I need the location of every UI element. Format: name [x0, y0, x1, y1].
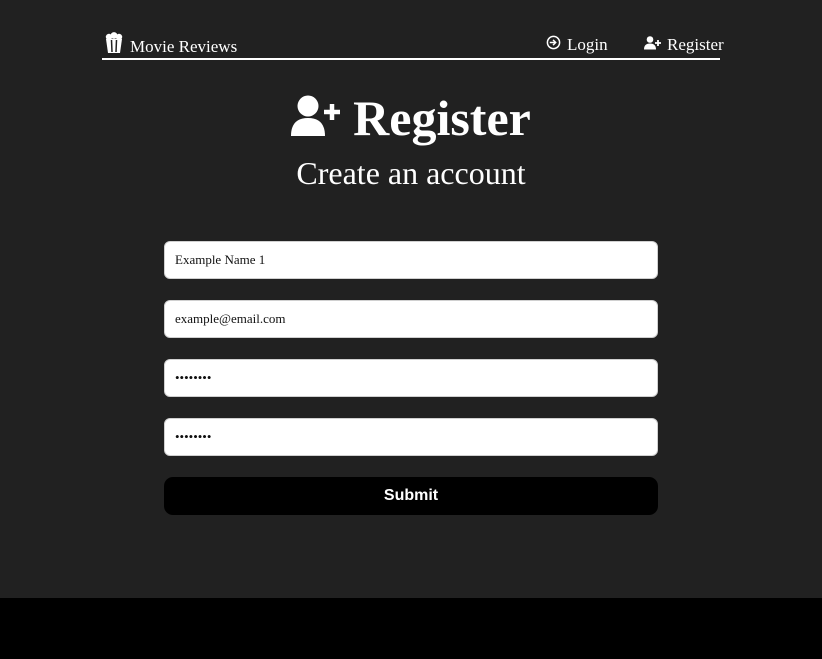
user-plus-icon: [644, 35, 667, 55]
popcorn-icon: [104, 32, 124, 54]
brand-label: Movie Reviews: [130, 37, 238, 56]
navbar: Movie Reviews Login Register: [102, 30, 724, 60]
confirm-password-input[interactable]: [164, 418, 658, 456]
footer: [0, 598, 822, 659]
page: Movie Reviews Login Register Register Cr…: [0, 0, 822, 598]
page-title: Register: [353, 90, 531, 146]
email-input[interactable]: [164, 300, 658, 338]
nav-login-link[interactable]: Login: [546, 35, 608, 55]
brand-link[interactable]: Movie Reviews: [104, 32, 238, 56]
submit-button[interactable]: Submit: [164, 477, 658, 515]
nav-register-label: Register: [667, 35, 724, 54]
user-plus-icon: [291, 95, 341, 142]
page-subtitle: Create an account: [296, 155, 526, 191]
page-heading: Register: [0, 88, 822, 148]
password-input[interactable]: [164, 359, 658, 397]
nav-register-link[interactable]: Register: [644, 35, 724, 55]
name-input[interactable]: [164, 241, 658, 279]
nav-login-label: Login: [567, 35, 608, 54]
sign-in-icon: [546, 35, 567, 55]
